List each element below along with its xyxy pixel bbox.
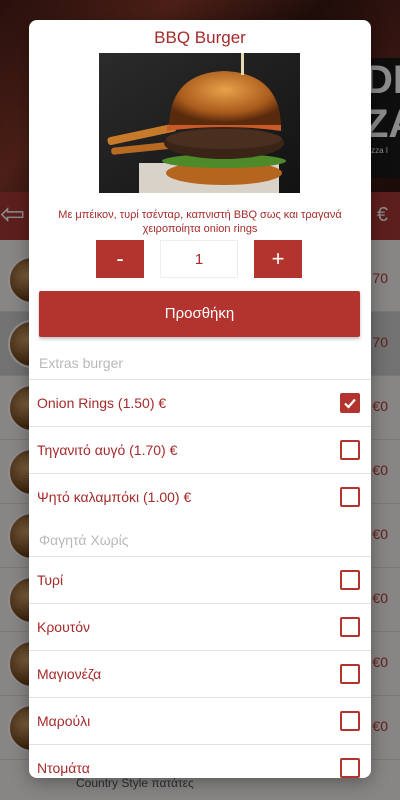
option-label: Ντομάτα (37, 760, 90, 776)
option-row[interactable]: Μαγιονέζα (29, 650, 371, 697)
option-row[interactable]: Onion Rings (1.50) € (29, 379, 371, 426)
section-header: Φαγητά Χωρίς (39, 532, 129, 548)
option-row[interactable]: Τηγανιτό αυγό (1.70) € (29, 426, 371, 473)
checkbox-unchecked[interactable] (340, 440, 360, 460)
increase-quantity-button[interactable]: + (254, 240, 302, 278)
product-description: Με μπέικον, τυρί τσένταρ, καπνιστή BBQ σ… (58, 209, 342, 235)
section-header: Extras burger (39, 355, 124, 371)
option-row[interactable]: Τυρί (29, 556, 371, 603)
checkbox-unchecked[interactable] (340, 758, 360, 778)
checkbox-unchecked[interactable] (340, 711, 360, 731)
option-row[interactable]: Ψητό καλαμπόκι (1.00) € (29, 473, 371, 520)
add-to-cart-button[interactable]: Προσθήκη (39, 291, 360, 337)
checkmark-icon (344, 398, 356, 409)
option-row[interactable]: Κρουτόν (29, 603, 371, 650)
option-label: Τηγανιτό αυγό (1.70) € (37, 442, 178, 458)
decrease-quantity-button[interactable]: - (96, 240, 144, 278)
option-label: Τυρί (37, 572, 64, 588)
option-row[interactable]: Μαρούλι (29, 697, 371, 744)
checkbox-checked[interactable] (340, 393, 360, 413)
option-label: Μαρούλι (37, 713, 91, 729)
option-label: Κρουτόν (37, 619, 91, 635)
option-row[interactable]: Ντομάτα (29, 744, 371, 778)
burger-photo (99, 53, 300, 193)
checkbox-unchecked[interactable] (340, 664, 360, 684)
option-label: Onion Rings (1.50) € (37, 395, 167, 411)
product-dialog: BBQ Burger Με μπέικον, τυρί τσένταρ, καπ… (29, 20, 371, 778)
option-label: Ψητό καλαμπόκι (1.00) € (37, 489, 192, 505)
checkbox-unchecked[interactable] (340, 487, 360, 507)
product-title: BBQ Burger (154, 28, 246, 47)
quantity-value[interactable]: 1 (160, 240, 238, 278)
option-label: Μαγιονέζα (37, 666, 102, 682)
checkbox-unchecked[interactable] (340, 617, 360, 637)
checkbox-unchecked[interactable] (340, 570, 360, 590)
